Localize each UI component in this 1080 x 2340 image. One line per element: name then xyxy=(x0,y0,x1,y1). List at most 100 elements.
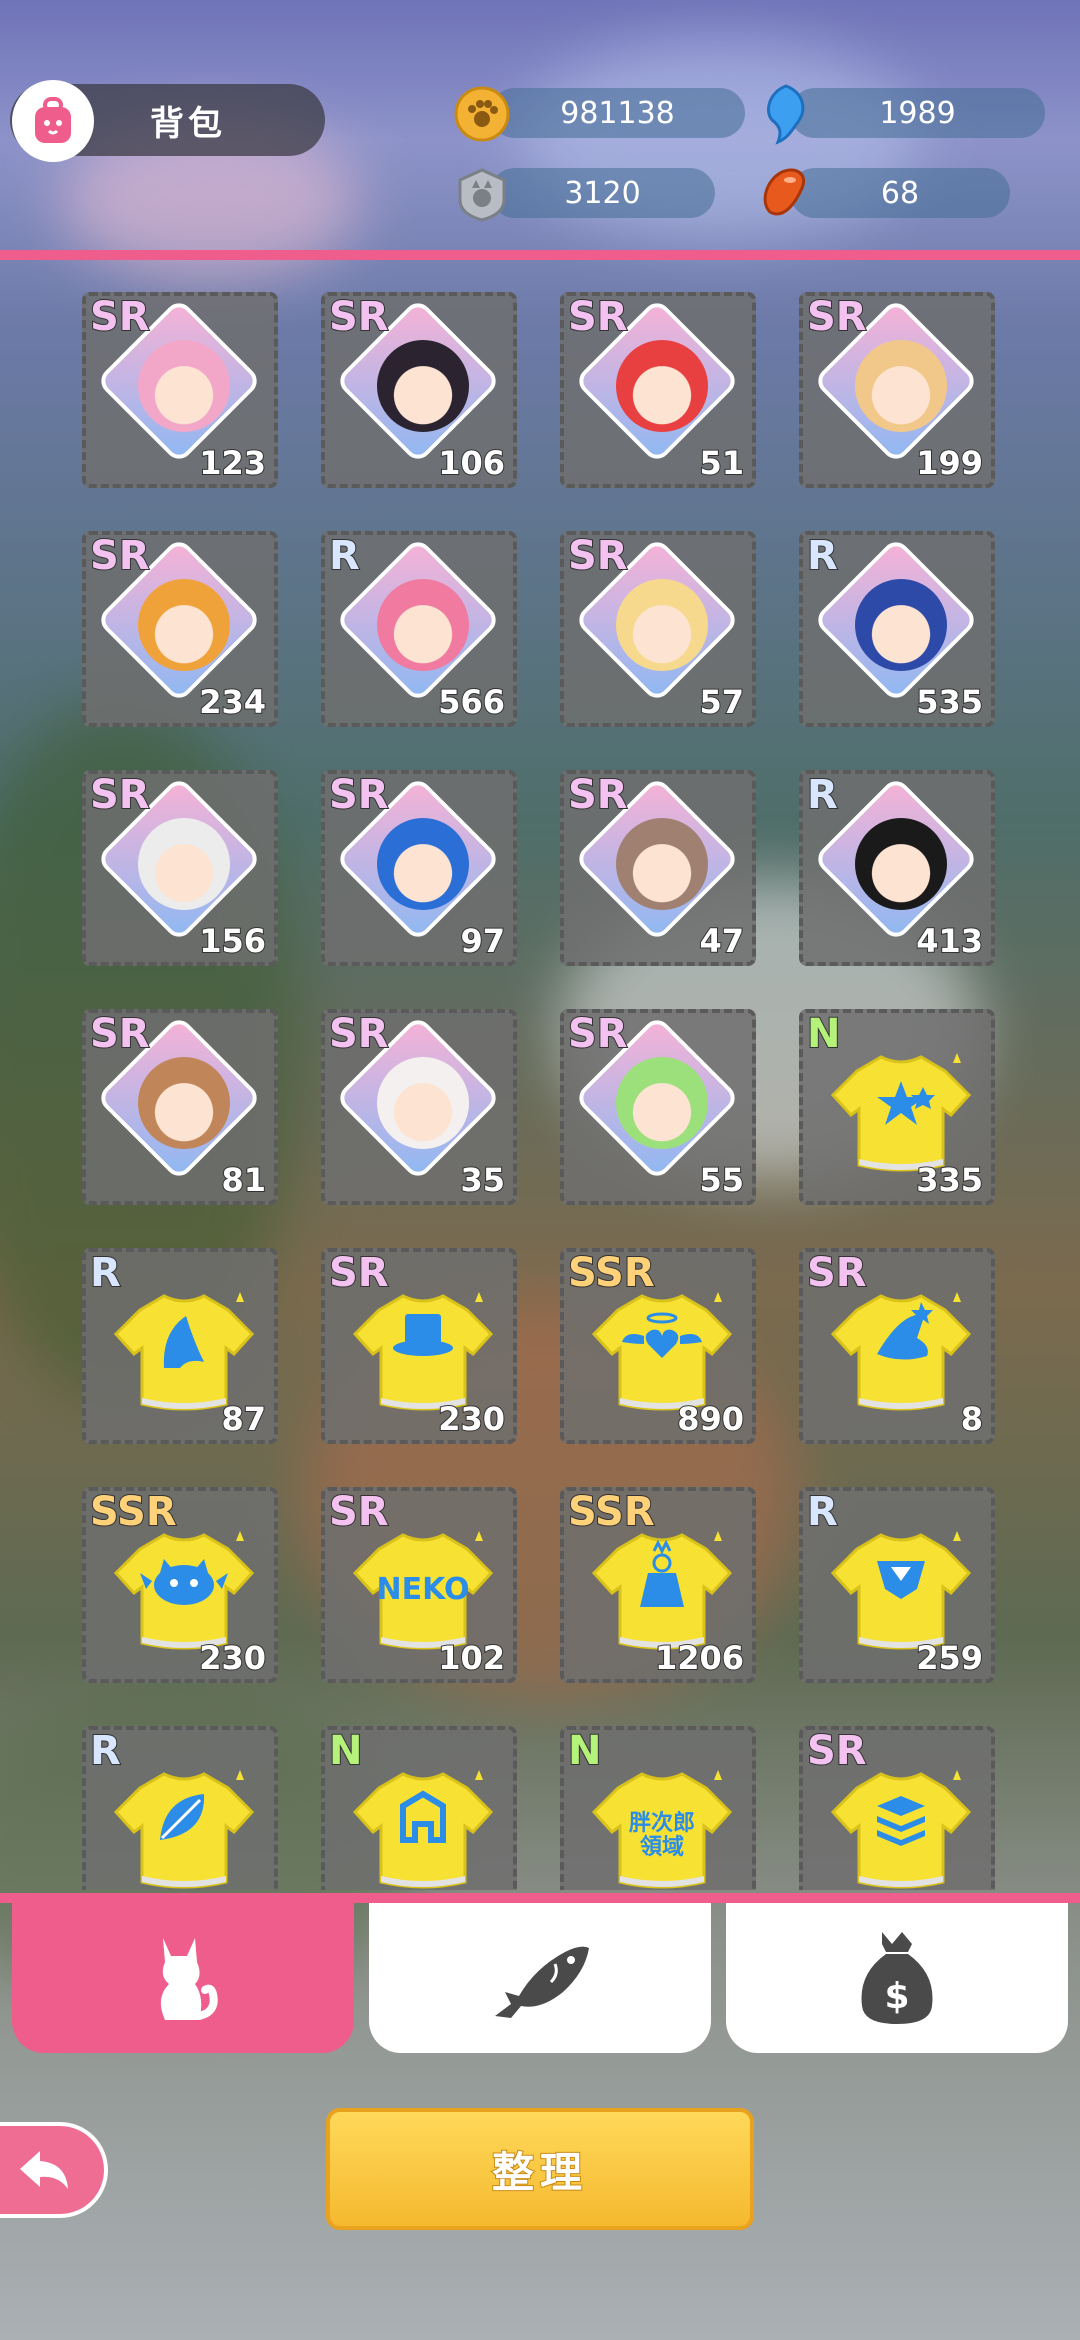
character-portrait xyxy=(855,818,947,910)
sort-button[interactable]: 整理 xyxy=(326,2108,754,2230)
character-portrait xyxy=(138,579,230,671)
item-count: 102 xyxy=(437,1638,506,1678)
character-portrait xyxy=(377,818,469,910)
inventory-item[interactable]: SR 35 xyxy=(321,1009,517,1205)
item-count: 8 xyxy=(960,1399,984,1439)
rarity-badge: SR xyxy=(89,293,151,341)
paw-coin-icon xyxy=(452,84,512,144)
rarity-badge: SR xyxy=(567,532,629,580)
rarity-badge: SR xyxy=(328,1010,390,1058)
inventory-item[interactable]: SR 81 xyxy=(82,1009,278,1205)
inventory-item[interactable]: N xyxy=(321,1726,517,1890)
rarity-badge: SR xyxy=(567,1010,629,1058)
rarity-badge: SR xyxy=(806,1727,868,1775)
character-portrait xyxy=(616,818,708,910)
back-button[interactable] xyxy=(0,2122,108,2218)
inventory-item[interactable]: SR 97 xyxy=(321,770,517,966)
character-portrait xyxy=(855,340,947,432)
rarity-badge: SR xyxy=(806,1249,868,1297)
currency-value: 68 xyxy=(880,175,920,211)
rarity-badge: R xyxy=(89,1249,122,1297)
inventory-item[interactable]: SR 123 xyxy=(82,292,278,488)
sort-button-label: 整理 xyxy=(491,2147,588,2198)
shirt-item-icon xyxy=(104,1750,264,1890)
inventory-item[interactable]: SR 199 xyxy=(799,292,995,488)
item-count: 97 xyxy=(459,921,506,961)
item-count: 57 xyxy=(698,682,745,722)
inventory-item[interactable]: 胖次郎 領域 N xyxy=(560,1726,756,1890)
inventory-item[interactable]: R 87 xyxy=(82,1248,278,1444)
rarity-badge: R xyxy=(806,1488,839,1536)
inventory-item[interactable]: SSR 230 xyxy=(82,1487,278,1683)
inventory-item[interactable]: NEKO SR 102 xyxy=(321,1487,517,1683)
tab-fish[interactable] xyxy=(369,1903,711,2053)
inventory-item[interactable]: SR 8 xyxy=(799,1248,995,1444)
inventory-item[interactable]: SSR 890 xyxy=(560,1248,756,1444)
rarity-badge: N xyxy=(328,1727,364,1775)
rarity-badge: SR xyxy=(328,293,390,341)
character-portrait xyxy=(377,340,469,432)
inventory-grid[interactable]: SR 123 SR 106 SR 51 SR 199 SR 234 R 566 SR 57 R 535 SR 15… xyxy=(0,260,1080,1890)
tab-money[interactable]: $ xyxy=(726,1903,1068,2053)
inventory-item[interactable]: N 335 xyxy=(799,1009,995,1205)
inventory-item[interactable]: SR 55 xyxy=(560,1009,756,1205)
inventory-item[interactable]: SSR 1206 xyxy=(560,1487,756,1683)
item-count: 106 xyxy=(437,443,506,483)
character-portrait xyxy=(138,340,230,432)
rarity-badge: SR xyxy=(328,1249,390,1297)
cat-icon xyxy=(160,1938,218,2020)
rarity-badge: SR xyxy=(89,771,151,819)
rarity-badge: R xyxy=(328,532,361,580)
inventory-item[interactable]: SR xyxy=(799,1726,995,1890)
character-portrait xyxy=(138,818,230,910)
rarity-badge: R xyxy=(806,771,839,819)
character-portrait xyxy=(855,579,947,671)
inventory-item[interactable]: SR 156 xyxy=(82,770,278,966)
character-portrait xyxy=(138,1057,230,1149)
item-count: 87 xyxy=(220,1399,267,1439)
inventory-item[interactable]: SR 57 xyxy=(560,531,756,727)
item-count: 230 xyxy=(198,1638,267,1678)
rarity-badge: R xyxy=(89,1727,122,1775)
shirt-item-icon xyxy=(343,1750,503,1890)
inventory-item[interactable]: R xyxy=(82,1726,278,1890)
inventory-item[interactable]: R 259 xyxy=(799,1487,995,1683)
rarity-badge: SR xyxy=(806,293,868,341)
item-count: 234 xyxy=(198,682,267,722)
inventory-item[interactable]: R 413 xyxy=(799,770,995,966)
item-count: 230 xyxy=(437,1399,506,1439)
rarity-badge: R xyxy=(806,532,839,580)
rarity-badge: N xyxy=(567,1727,603,1775)
item-count: 566 xyxy=(437,682,506,722)
page-title: 背包 xyxy=(150,104,226,144)
backpack-icon xyxy=(12,80,94,162)
inventory-item[interactable]: SR 51 xyxy=(560,292,756,488)
currency-paw-coin: 981138 xyxy=(490,88,745,138)
rarity-badge: SSR xyxy=(567,1488,656,1536)
item-count: 55 xyxy=(698,1160,745,1200)
item-count: 413 xyxy=(915,921,984,961)
rarity-badge: SR xyxy=(567,771,629,819)
character-portrait xyxy=(616,579,708,671)
item-count: 51 xyxy=(698,443,745,483)
item-count: 199 xyxy=(915,443,984,483)
item-count: 1206 xyxy=(654,1638,745,1678)
rarity-badge: SR xyxy=(328,1488,390,1536)
rarity-badge: SSR xyxy=(89,1488,178,1536)
rarity-badge: SR xyxy=(328,771,390,819)
character-portrait xyxy=(616,1057,708,1149)
shirt-item-icon xyxy=(821,1272,981,1432)
character-portrait xyxy=(377,1057,469,1149)
inventory-item[interactable]: SR 234 xyxy=(82,531,278,727)
inventory-item[interactable]: R 566 xyxy=(321,531,517,727)
tab-cats[interactable] xyxy=(12,1903,354,2053)
back-arrow-icon xyxy=(20,2151,68,2189)
inventory-item[interactable]: SR 230 xyxy=(321,1248,517,1444)
money-bag-icon: $ xyxy=(861,1932,933,2024)
item-count: 535 xyxy=(915,682,984,722)
header-divider xyxy=(0,250,1080,260)
currency-value: 981138 xyxy=(560,95,675,131)
inventory-item[interactable]: SR 106 xyxy=(321,292,517,488)
inventory-item[interactable]: SR 47 xyxy=(560,770,756,966)
inventory-item[interactable]: R 535 xyxy=(799,531,995,727)
